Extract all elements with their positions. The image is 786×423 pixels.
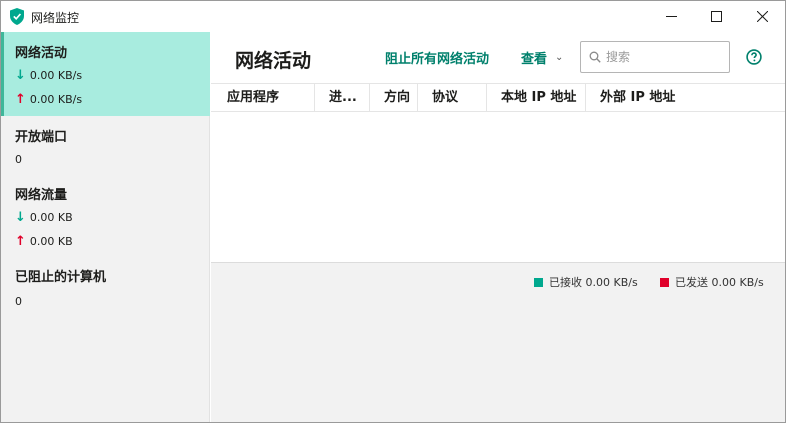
sidebar-item-network-activity[interactable]: 网络活动 ↓ 0.00 KB/s ↑ 0.00 KB/s — [1, 32, 210, 116]
traffic-received: ↓ 0.00 KB — [15, 210, 73, 225]
connections-table-body — [211, 112, 785, 262]
legend-sent: 已发送 0.00 KB/s — [660, 274, 764, 290]
sidebar-item-blocked-computers[interactable]: 已阻止的计算机 0 — [1, 256, 210, 316]
table-header: 应用程序 进... 方向 协议 本地 IP 地址 外部 IP 地址 — [211, 83, 785, 112]
received-swatch — [534, 277, 543, 287]
search-box[interactable] — [580, 41, 730, 73]
title-bar[interactable]: 网络监控 — [1, 1, 785, 32]
sidebar-item-open-ports[interactable]: 开放端口 0 — [1, 116, 210, 174]
kaspersky-shield-icon — [10, 8, 24, 25]
minimize-icon — [666, 16, 677, 17]
sent-swatch — [660, 277, 669, 287]
legend-sent-label: 已发送 0.00 KB/s — [675, 276, 764, 289]
window-title: 网络监控 — [31, 11, 80, 25]
arrow-down-icon: ↓ — [15, 68, 26, 83]
view-dropdown-label: 查看 — [521, 52, 548, 67]
column-header-local-ip[interactable]: 本地 IP 地址 — [486, 84, 586, 111]
main-panel: 网络活动 阻止所有网络活动 查看 ⌄ 应用程序 进... 方向 协议 本地 IP… — [211, 32, 785, 422]
traffic-sent-value: 0.00 KB — [29, 235, 73, 248]
page-title: 网络活动 — [235, 50, 312, 72]
upload-rate-value: 0.00 KB/s — [29, 93, 83, 106]
sidebar-item-label: 已阻止的计算机 — [15, 270, 107, 285]
column-header-application[interactable]: 应用程序 — [211, 84, 314, 111]
block-all-activity-link[interactable]: 阻止所有网络活动 — [385, 48, 489, 67]
close-icon — [757, 11, 768, 22]
maximize-button[interactable] — [694, 1, 739, 32]
search-input[interactable] — [606, 50, 716, 64]
legend-received: 已接收 0.00 KB/s — [534, 274, 638, 290]
search-icon — [589, 51, 601, 63]
blocked-computers-count: 0 — [15, 295, 22, 308]
arrow-up-icon: ↑ — [15, 234, 26, 249]
arrow-up-icon: ↑ — [15, 92, 26, 107]
column-header-direction[interactable]: 方向 — [369, 84, 418, 111]
column-header-process[interactable]: 进... — [314, 84, 370, 111]
view-dropdown[interactable]: 查看 ⌄ — [521, 48, 563, 67]
traffic-sent: ↑ 0.00 KB — [15, 234, 73, 249]
download-rate: ↓ 0.00 KB/s — [15, 68, 82, 83]
legend-received-label: 已接收 0.00 KB/s — [549, 276, 638, 289]
column-header-remote-ip[interactable]: 外部 IP 地址 — [585, 84, 785, 111]
upload-rate: ↑ 0.00 KB/s — [15, 92, 82, 107]
sidebar-item-network-traffic[interactable]: 网络流量 ↓ 0.00 KB ↑ 0.00 KB — [1, 174, 210, 256]
column-header-protocol[interactable]: 协议 — [417, 84, 488, 111]
sidebar-item-label: 网络流量 — [15, 188, 68, 203]
traffic-received-value: 0.00 KB — [29, 211, 73, 224]
traffic-chart-area: 已接收 0.00 KB/s 已发送 0.00 KB/s — [211, 262, 785, 422]
network-monitor-window: 网络监控 网络活动 ↓ 0.00 KB/s ↑ 0.00 KB/s 开放端口 0 — [0, 0, 786, 423]
minimize-button[interactable] — [649, 1, 694, 32]
sidebar-item-label: 网络活动 — [15, 46, 68, 61]
open-ports-count: 0 — [15, 153, 22, 166]
arrow-down-icon: ↓ — [15, 210, 26, 225]
maximize-icon — [711, 11, 722, 22]
help-icon[interactable] — [746, 49, 762, 65]
download-rate-value: 0.00 KB/s — [29, 69, 83, 82]
chevron-down-icon: ⌄ — [555, 52, 564, 63]
sidebar-item-label: 开放端口 — [15, 130, 68, 145]
close-button[interactable] — [740, 1, 785, 32]
sidebar: 网络活动 ↓ 0.00 KB/s ↑ 0.00 KB/s 开放端口 0 网络流量… — [1, 32, 210, 422]
